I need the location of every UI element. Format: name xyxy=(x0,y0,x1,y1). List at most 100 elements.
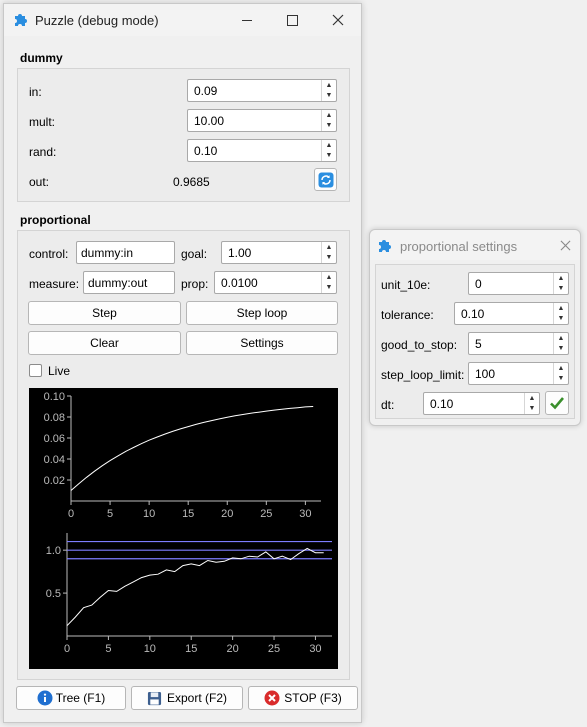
settings-close-button[interactable] xyxy=(554,235,576,255)
measure-plot-y-tick-label: 0.04 xyxy=(44,454,65,466)
step-loop-limit-label: step_loop_limit: xyxy=(381,368,465,382)
spin-up-icon[interactable]: ▲ xyxy=(554,303,568,314)
spin-down-icon[interactable]: ▼ xyxy=(322,283,336,294)
error-plot-y-tick-label: 1.0 xyxy=(46,545,61,557)
step-loop-button[interactable]: Step loop xyxy=(186,301,338,325)
out-value: 0.9685 xyxy=(173,175,210,189)
info-icon xyxy=(37,690,53,706)
maximize-icon xyxy=(286,14,298,26)
spin-up-icon[interactable]: ▲ xyxy=(554,333,568,344)
spin-down-icon[interactable]: ▼ xyxy=(322,253,336,264)
export-label: Export (F2) xyxy=(166,691,227,705)
measure-plot-y-tick-label: 0.08 xyxy=(44,412,65,424)
error-plot-y-tick-label: 0.5 xyxy=(46,588,61,600)
close-icon xyxy=(332,14,344,26)
apply-button[interactable] xyxy=(545,391,569,415)
plots-svg: 0 5 10 15 20 25 30 0.02 0.04 0.06 0.08 0.10 0 5 10 15 20… xyxy=(44,391,332,655)
tolerance-value: 0.10 xyxy=(461,306,485,321)
error-plot-x-tick-label: 25 xyxy=(268,643,280,655)
spin-up-icon[interactable]: ▲ xyxy=(554,363,568,374)
error-plot-series-line xyxy=(66,547,324,627)
refresh-button[interactable] xyxy=(314,168,337,191)
control-label: control: xyxy=(29,247,69,261)
title-bar[interactable]: Puzzle (debug mode) xyxy=(4,4,361,36)
settings-button[interactable]: Settings xyxy=(186,331,338,355)
spin-up-icon[interactable]: ▲ xyxy=(322,272,336,283)
in-value: 0.09 xyxy=(194,83,218,98)
tree-button[interactable]: Tree (F1) xyxy=(16,686,126,710)
export-button[interactable]: Export (F2) xyxy=(131,686,243,710)
tolerance-spinbox[interactable]: 0.10 ▲ ▼ xyxy=(454,302,569,325)
close-icon xyxy=(560,240,570,250)
live-checkbox[interactable] xyxy=(29,364,42,377)
spin-down-icon[interactable]: ▼ xyxy=(554,344,568,355)
spin-up-icon[interactable]: ▲ xyxy=(525,393,539,404)
settings-window: proportional settings unit_10e: 0 ▲ ▼ tol… xyxy=(369,229,581,426)
spin-down-icon[interactable]: ▼ xyxy=(554,284,568,295)
step-loop-limit-spinbox[interactable]: 100 ▲ ▼ xyxy=(468,362,569,385)
stop-label: STOP (F3) xyxy=(284,691,342,705)
measure-plot-x-tick-label: 0 xyxy=(68,508,74,520)
spin-down-icon[interactable]: ▼ xyxy=(554,314,568,325)
prop-label: prop: xyxy=(181,277,209,291)
minimize-button[interactable] xyxy=(232,6,262,34)
rand-label: rand: xyxy=(29,145,57,159)
puzzle-icon xyxy=(13,11,29,27)
error-plot-x-tick-label: 5 xyxy=(105,643,111,655)
out-label: out: xyxy=(29,175,50,189)
goal-spinbox[interactable]: 1.00 ▲ ▼ xyxy=(221,241,337,264)
step-button[interactable]: Step xyxy=(28,301,181,325)
maximize-button[interactable] xyxy=(277,6,307,34)
mult-spinbox[interactable]: 10.00 ▲ ▼ xyxy=(187,109,337,132)
error-plot-x-tick-label: 20 xyxy=(227,643,239,655)
measure-input[interactable]: dummy:out xyxy=(83,271,175,294)
refresh-icon xyxy=(318,172,333,187)
measure-plot-y-tick-label: 0.10 xyxy=(44,391,65,403)
stop-button[interactable]: STOP (F3) xyxy=(248,686,358,710)
spin-up-icon[interactable]: ▲ xyxy=(322,242,336,253)
step-loop-limit-value: 100 xyxy=(475,366,496,381)
proportional-section-title: proportional xyxy=(20,213,91,227)
error-plot-x-tick-label: 30 xyxy=(309,643,321,655)
goal-value: 1.00 xyxy=(228,245,252,260)
error-plot-x-tick-label: 0 xyxy=(64,643,70,655)
spin-down-icon[interactable]: ▼ xyxy=(322,121,336,132)
prop-spinbox[interactable]: 0.0100 ▲ ▼ xyxy=(214,271,337,294)
mult-label: mult: xyxy=(29,115,56,129)
stop-icon xyxy=(264,690,280,706)
good-to-stop-spinbox[interactable]: 5 ▲ ▼ xyxy=(468,332,569,355)
tolerance-label: tolerance: xyxy=(381,308,434,322)
prop-value: 0.0100 xyxy=(221,275,258,290)
unit-10e-label: unit_10e: xyxy=(381,278,431,292)
main-window: Puzzle (debug mode) dummy in: 0.09 ▲ ▼ mu… xyxy=(3,3,362,723)
rand-spinbox[interactable]: 0.10 ▲ ▼ xyxy=(187,139,337,162)
spin-down-icon[interactable]: ▼ xyxy=(525,404,539,415)
spin-up-icon[interactable]: ▲ xyxy=(322,140,336,151)
minimize-icon xyxy=(242,19,252,21)
measure-value: dummy:out xyxy=(88,275,148,290)
tree-label: Tree (F1) xyxy=(55,691,106,705)
mult-value: 10.00 xyxy=(194,113,225,128)
spin-up-icon[interactable]: ▲ xyxy=(322,80,336,91)
in-spinbox[interactable]: 0.09 ▲ ▼ xyxy=(187,79,337,102)
spin-down-icon[interactable]: ▼ xyxy=(322,91,336,102)
spin-up-icon[interactable]: ▲ xyxy=(554,273,568,284)
spin-down-icon[interactable]: ▼ xyxy=(322,151,336,162)
control-input[interactable]: dummy:in xyxy=(76,241,175,264)
goal-label: goal: xyxy=(181,247,208,261)
dt-spinbox[interactable]: 0.10 ▲ ▼ xyxy=(423,392,540,415)
spin-down-icon[interactable]: ▼ xyxy=(554,374,568,385)
spin-up-icon[interactable]: ▲ xyxy=(322,110,336,121)
measure-plot-x-tick-label: 25 xyxy=(260,508,272,520)
measure-label: measure: xyxy=(29,277,80,291)
settings-title: proportional settings xyxy=(400,239,518,254)
dummy-section-title: dummy xyxy=(20,51,63,65)
error-plot-x-tick-label: 10 xyxy=(144,643,156,655)
settings-title-bar[interactable]: proportional settings xyxy=(370,230,580,260)
clear-button[interactable]: Clear xyxy=(28,331,181,355)
dt-value: 0.10 xyxy=(430,396,454,411)
unit-10e-spinbox[interactable]: 0 ▲ ▼ xyxy=(468,272,569,295)
error-plot-x-tick-label: 15 xyxy=(185,643,197,655)
rand-value: 0.10 xyxy=(194,143,218,158)
close-button[interactable] xyxy=(323,6,353,34)
